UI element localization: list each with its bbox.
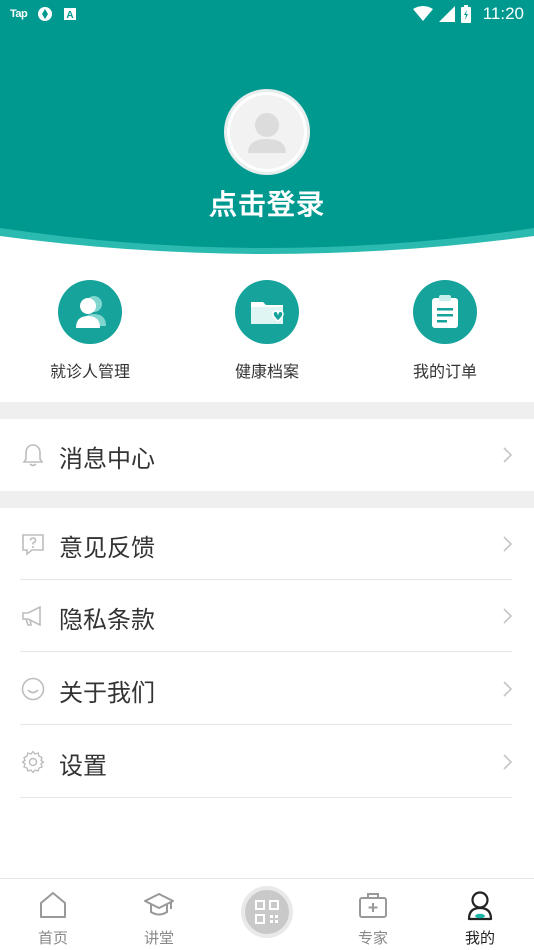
megaphone-icon — [22, 605, 41, 627]
menu-message-center[interactable]: 消息中心 — [0, 419, 534, 491]
svg-text:A: A — [67, 10, 74, 21]
signal-icon — [438, 6, 455, 22]
menu-settings[interactable]: 设置 — [0, 726, 534, 798]
chevron-right-icon — [503, 608, 512, 624]
home-icon — [40, 892, 66, 918]
menu-label: 关于我们 — [59, 679, 155, 707]
menu-privacy-terms[interactable]: 隐私条款 — [0, 580, 534, 652]
patients-icon — [76, 296, 106, 328]
wifi-icon — [412, 6, 433, 21]
profile-header: Tap A 11:20 点击登录 — [0, 0, 534, 262]
graduation-cap-icon — [144, 893, 174, 916]
chevron-right-icon — [503, 536, 512, 552]
medical-kit-icon — [359, 893, 387, 918]
gear-icon — [21, 750, 45, 774]
tap-app-icon: Tap — [10, 8, 28, 20]
font-app-icon: A — [64, 8, 77, 21]
question-bubble-icon — [22, 534, 44, 556]
clipboard-icon — [432, 295, 458, 328]
menu-about-us[interactable]: 关于我们 — [0, 653, 534, 725]
nav-mine[interactable]: 我的 — [427, 879, 533, 950]
row-divider — [20, 651, 512, 652]
scan-qr-button[interactable] — [241, 886, 293, 938]
nav-lecture[interactable]: 讲堂 — [106, 879, 212, 950]
chevron-right-icon — [503, 754, 512, 770]
smiley-icon — [21, 677, 45, 701]
nav-label: 专家 — [357, 929, 388, 947]
qr-code-icon — [255, 900, 279, 924]
nav-label: 我的 — [464, 929, 495, 947]
shortcut-health-records[interactable]: 健康档案 — [177, 280, 357, 382]
nav-label: 首页 — [37, 929, 68, 947]
menu-label: 意见反馈 — [59, 534, 155, 562]
user-profile-icon — [467, 891, 493, 921]
login-link[interactable]: 点击登录 — [0, 183, 534, 223]
clock: 11:20 — [482, 4, 524, 23]
nav-label: 讲堂 — [143, 929, 174, 947]
nav-expert[interactable]: 专家 — [320, 879, 426, 950]
shortcut-my-orders[interactable]: 我的订单 — [355, 280, 534, 382]
chevron-right-icon — [503, 447, 512, 463]
shortcut-label: 我的订单 — [412, 362, 477, 381]
battery-icon — [460, 5, 471, 23]
bell-icon — [22, 444, 44, 467]
status-bar: Tap A 11:20 — [0, 0, 534, 30]
section-divider — [0, 491, 534, 508]
shortcut-label: 健康档案 — [234, 362, 299, 381]
section-divider — [0, 402, 534, 419]
menu-label: 隐私条款 — [59, 606, 155, 634]
menu-label: 设置 — [59, 752, 107, 780]
menu-label: 消息中心 — [59, 445, 155, 473]
menu-feedback[interactable]: 意见反馈 — [0, 508, 534, 580]
nav-home[interactable]: 首页 — [0, 879, 106, 950]
avatar[interactable] — [224, 89, 310, 175]
shortcut-patient-management[interactable]: 就诊人管理 — [0, 280, 180, 382]
row-divider — [20, 724, 512, 725]
shortcut-label: 就诊人管理 — [49, 362, 130, 381]
default-user-icon — [248, 113, 286, 153]
health-folder-icon — [251, 302, 284, 324]
shortcut-row: 就诊人管理 健康档案 我的订单 — [0, 280, 534, 390]
sync-icon — [38, 7, 53, 21]
row-divider — [20, 797, 512, 798]
chevron-right-icon — [503, 681, 512, 697]
